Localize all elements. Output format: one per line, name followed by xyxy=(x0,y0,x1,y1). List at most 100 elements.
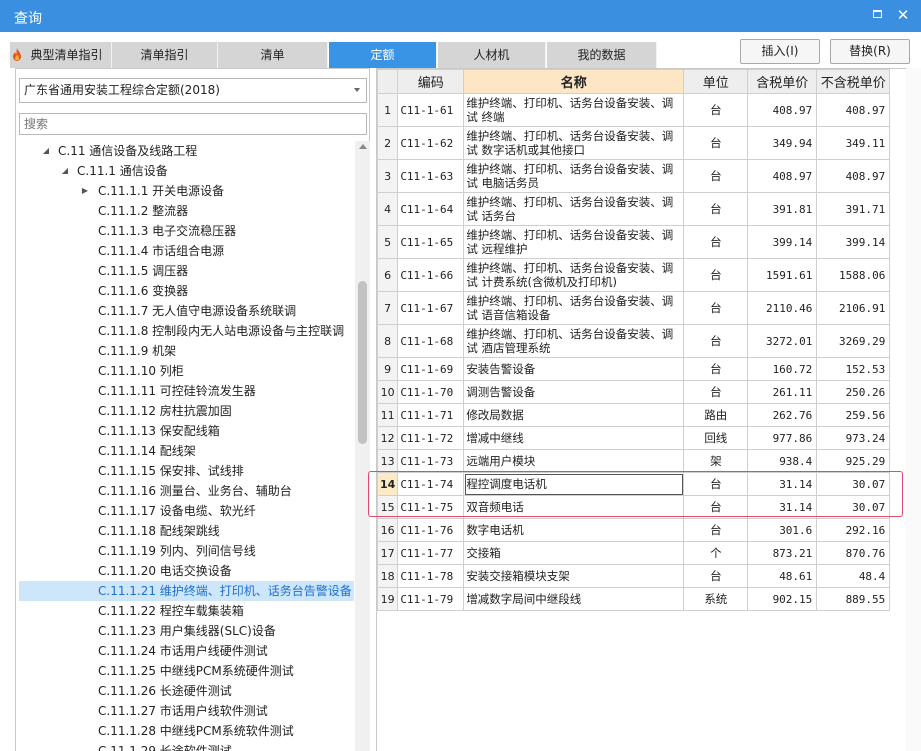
cell-code[interactable]: C11-1-65 xyxy=(397,225,465,259)
table-row[interactable]: 17 C11-1-77 交接箱个 873.21 870.76 xyxy=(376,541,891,565)
cell-unit[interactable]: 台 xyxy=(683,225,749,259)
cell-price-without-tax[interactable]: 391.71 xyxy=(816,192,891,226)
header-price-without-tax[interactable]: 不含税单价 xyxy=(816,69,891,94)
tab-bill[interactable]: 清单 xyxy=(218,42,328,68)
table-row[interactable]: 1 C11-1-61 维护终端、打印机、话务台设备安装、调试 终端台 408.97 40… xyxy=(376,93,891,127)
cell-name[interactable]: 维护终端、打印机、话务台设备安装、调试 远程维护 xyxy=(463,225,685,259)
cell-price-with-tax[interactable]: 48.61 xyxy=(747,564,818,588)
cell-unit[interactable]: 台 xyxy=(683,324,749,358)
cell-price-without-tax[interactable]: 48.4 xyxy=(816,564,891,588)
table-row[interactable]: 4 C11-1-64 维护终端、打印机、话务台设备安装、调试 话务台台 391.81 3… xyxy=(376,192,891,226)
cell-name[interactable]: 维护终端、打印机、话务台设备安装、调试 数字话机或其他接口 xyxy=(463,126,685,160)
cell-code[interactable]: C11-1-68 xyxy=(397,324,465,358)
maximize-icon[interactable] xyxy=(869,7,885,23)
cell-code[interactable]: C11-1-70 xyxy=(397,380,465,404)
table-row[interactable]: 3 C11-1-63 维护终端、打印机、话务台设备安装、调试 电脑话务员台 408.9… xyxy=(376,159,891,193)
cell-price-with-tax[interactable]: 301.6 xyxy=(747,518,818,542)
table-row[interactable]: 2 C11-1-62 维护终端、打印机、话务台设备安装、调试 数字话机或其他接口台 3… xyxy=(376,126,891,160)
cell-price-with-tax[interactable]: 1591.61 xyxy=(747,258,818,292)
cell-unit[interactable]: 台 xyxy=(683,93,749,127)
cell-unit[interactable]: 台 xyxy=(683,357,749,381)
cell-price-without-tax[interactable]: 30.07 xyxy=(816,495,891,519)
tab-labor-material-machine[interactable]: 人材机 xyxy=(438,42,546,68)
cell-price-without-tax[interactable]: 250.26 xyxy=(816,380,891,404)
cell-unit[interactable]: 个 xyxy=(683,541,749,565)
cell-price-with-tax[interactable]: 408.97 xyxy=(747,159,818,193)
cell-unit[interactable]: 台 xyxy=(683,258,749,292)
cell-name[interactable]: 维护终端、打印机、话务台设备安装、调试 语音信箱设备 xyxy=(463,291,685,325)
cell-name[interactable]: 程控调度电话机 xyxy=(463,472,685,496)
cell-name[interactable]: 调测告警设备 xyxy=(463,380,685,404)
cell-price-without-tax[interactable]: 889.55 xyxy=(816,587,891,611)
cell-unit[interactable]: 回线 xyxy=(683,426,749,450)
cell-code[interactable]: C11-1-74 xyxy=(397,472,465,496)
tab-quota[interactable]: 定额 xyxy=(329,42,437,68)
table-row[interactable]: 16 C11-1-76 数字电话机台 301.6 292.16 xyxy=(376,518,891,542)
cell-price-with-tax[interactable]: 399.14 xyxy=(747,225,818,259)
insert-button[interactable]: 插入(I) xyxy=(740,39,820,64)
table-row[interactable]: 10 C11-1-70 调测告警设备台 261.11 250.26 xyxy=(376,380,891,404)
cell-price-with-tax[interactable]: 938.4 xyxy=(747,449,818,473)
cell-price-with-tax[interactable]: 873.21 xyxy=(747,541,818,565)
replace-button[interactable]: 替换(R) xyxy=(830,39,910,64)
cell-code[interactable]: C11-1-75 xyxy=(397,495,465,519)
tab-my-data[interactable]: 我的数据 xyxy=(547,42,657,68)
table-scrollbar[interactable] xyxy=(906,68,921,751)
cell-unit[interactable]: 台 xyxy=(683,159,749,193)
cell-price-without-tax[interactable]: 973.24 xyxy=(816,426,891,450)
cell-code[interactable]: C11-1-62 xyxy=(397,126,465,160)
cell-unit[interactable]: 系统 xyxy=(683,587,749,611)
table-row[interactable]: 14 C11-1-74 程控调度电话机台 31.14 30.07 xyxy=(376,472,891,496)
cell-code[interactable]: C11-1-78 xyxy=(397,564,465,588)
cell-name[interactable]: 交接箱 xyxy=(463,541,685,565)
cell-unit[interactable]: 台 xyxy=(683,472,749,496)
cell-name[interactable]: 维护终端、打印机、话务台设备安装、调试 计费系统(含微机及打印机) xyxy=(463,258,685,292)
cell-unit[interactable]: 架 xyxy=(683,449,749,473)
cell-code[interactable]: C11-1-72 xyxy=(397,426,465,450)
cell-unit[interactable]: 台 xyxy=(683,380,749,404)
cell-name[interactable]: 维护终端、打印机、话务台设备安装、调试 话务台 xyxy=(463,192,685,226)
cell-price-without-tax[interactable]: 399.14 xyxy=(816,225,891,259)
cell-price-without-tax[interactable]: 408.97 xyxy=(816,159,891,193)
cell-price-with-tax[interactable]: 261.11 xyxy=(747,380,818,404)
table-row[interactable]: 8 C11-1-68 维护终端、打印机、话务台设备安装、调试 酒店管理系统台 3272… xyxy=(376,324,891,358)
cell-price-with-tax[interactable]: 349.94 xyxy=(747,126,818,160)
cell-code[interactable]: C11-1-66 xyxy=(397,258,465,292)
cell-price-without-tax[interactable]: 870.76 xyxy=(816,541,891,565)
cell-price-with-tax[interactable]: 977.86 xyxy=(747,426,818,450)
close-icon[interactable]: ✕ xyxy=(895,7,911,23)
cell-name[interactable]: 远端用户模块 xyxy=(463,449,685,473)
collapse-arrow-icon[interactable]: ◢ xyxy=(41,141,51,161)
cell-code[interactable]: C11-1-67 xyxy=(397,291,465,325)
header-code[interactable]: 编码 xyxy=(397,69,465,94)
cell-price-with-tax[interactable]: 902.15 xyxy=(747,587,818,611)
cell-unit[interactable]: 路由 xyxy=(683,403,749,427)
collapse-arrow-icon[interactable]: ◢ xyxy=(60,161,70,181)
table-row[interactable]: 12 C11-1-72 增减中继线 回线 977.86 973.24 xyxy=(376,426,891,450)
cell-price-with-tax[interactable]: 31.14 xyxy=(747,495,818,519)
cell-name[interactable]: 安装告警设备 xyxy=(463,357,685,381)
table-row[interactable]: 15 C11-1-75 双音频电话台 31.14 30.07 xyxy=(376,495,891,519)
table-row[interactable]: 7 C11-1-67 维护终端、打印机、话务台设备安装、调试 语音信箱设备台 2110… xyxy=(376,291,891,325)
cell-price-with-tax[interactable]: 262.76 xyxy=(747,403,818,427)
header-price-with-tax[interactable]: 含税单价 xyxy=(747,69,818,94)
tree-node[interactable]: C.11.1.21 维护终端、打印机、话务台告警设备 xyxy=(19,581,354,601)
cell-price-without-tax[interactable]: 30.07 xyxy=(816,472,891,496)
cell-price-with-tax[interactable]: 2110.46 xyxy=(747,291,818,325)
scrollbar-thumb[interactable] xyxy=(358,281,367,444)
tab-bill-guide[interactable]: 清单指引 xyxy=(112,42,218,68)
search-input[interactable] xyxy=(19,113,367,135)
table-row[interactable]: 19 C11-1-79 增减数字局间中继段线 系统 902.15 889.55 xyxy=(376,587,891,611)
table-row[interactable]: 11 C11-1-71 修改局数据 路由 262.76 259.56 xyxy=(376,403,891,427)
cell-price-with-tax[interactable]: 408.97 xyxy=(747,93,818,127)
cell-price-with-tax[interactable]: 160.72 xyxy=(747,357,818,381)
cell-price-without-tax[interactable]: 408.97 xyxy=(816,93,891,127)
cell-price-without-tax[interactable]: 3269.29 xyxy=(816,324,891,358)
quota-library-select[interactable]: 广东省通用安装工程综合定额(2018) xyxy=(19,78,367,103)
cell-price-without-tax[interactable]: 292.16 xyxy=(816,518,891,542)
cell-code[interactable]: C11-1-69 xyxy=(397,357,465,381)
table-row[interactable]: 18 C11-1-78 安装交接箱模块支架台 48.61 48.4 xyxy=(376,564,891,588)
table-row[interactable]: 5 C11-1-65 维护终端、打印机、话务台设备安装、调试 远程维护台 399.14… xyxy=(376,225,891,259)
cell-price-without-tax[interactable]: 152.53 xyxy=(816,357,891,381)
cell-code[interactable]: C11-1-61 xyxy=(397,93,465,127)
